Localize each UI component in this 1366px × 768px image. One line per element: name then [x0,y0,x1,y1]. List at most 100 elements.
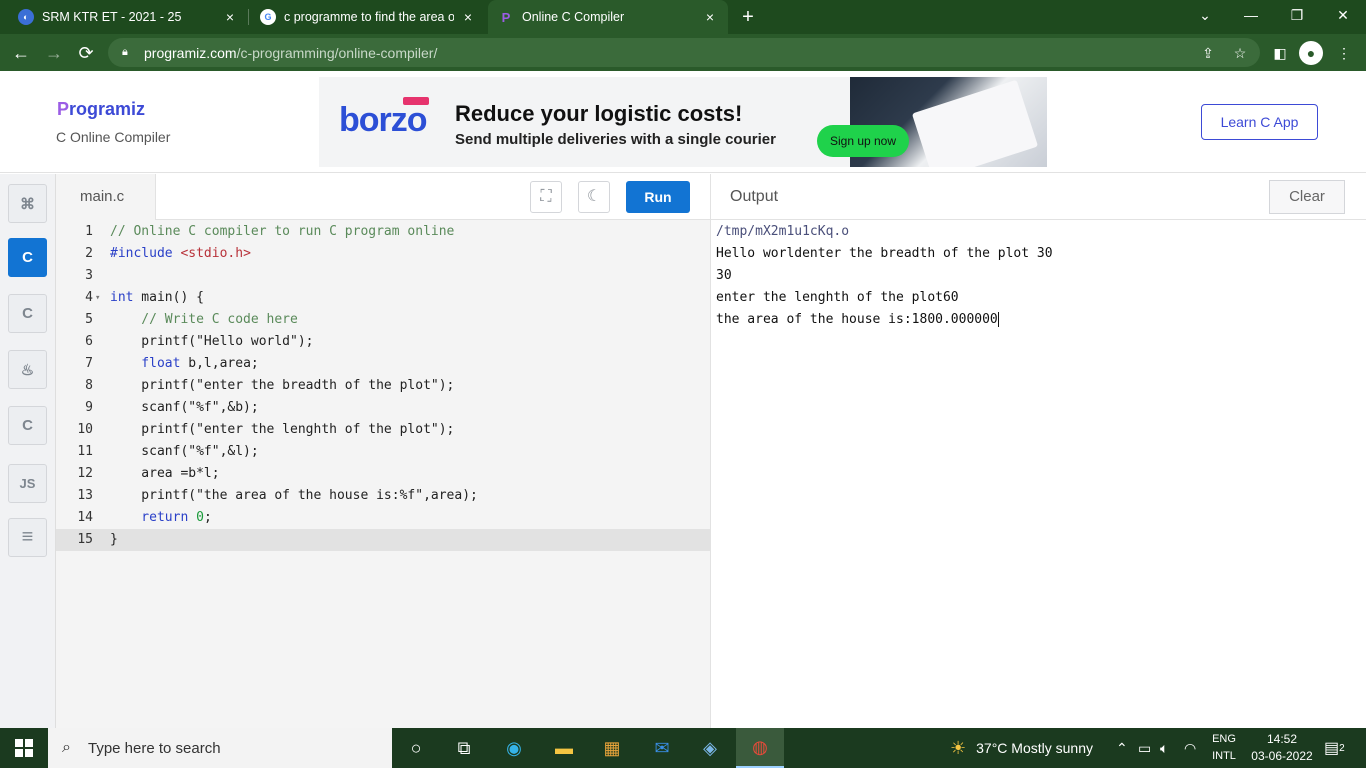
battery-icon[interactable]: ▭ [1138,728,1151,768]
microsoft-store-icon[interactable]: ▦ [588,728,636,768]
code-editor-panel: main.c ⛶ ☾ Run 1// Online C compiler to … [56,174,710,728]
windows-logo-icon [15,739,33,757]
c-icon[interactable]: C [8,238,47,277]
reload-button[interactable]: ⟳ [73,40,99,66]
ad-headline: Reduce your logistic costs! [455,101,743,126]
code-line[interactable]: 4 ▾ int main() { [56,287,710,309]
mail-icon[interactable]: ✉ [638,728,686,768]
java-icon[interactable]: ♨ [8,350,47,389]
url-path: /c-programming/online-compiler/ [236,44,438,61]
ad-brand-logo: borzo [339,97,429,140]
new-tab-button[interactable]: + [736,5,760,29]
code-line-current[interactable]: 15} [56,529,710,551]
learn-c-app-button[interactable]: Learn C App [1201,104,1318,140]
tab-search-dropdown-icon[interactable]: ⌄ [1182,0,1228,30]
close-tab-icon[interactable]: × [702,9,718,25]
lock-icon[interactable]: 🔒︎ [122,46,136,59]
code-line[interactable]: 5 // Write C code here [56,309,710,331]
address-bar[interactable]: 🔒︎ programiz.com/c-programming/online-co… [108,38,1260,67]
tab-srm[interactable]: ◐ SRM KTR ET - 2021 - 25 × [8,0,248,34]
app-icon[interactable]: ◈ [686,728,734,768]
input-language[interactable]: ENG INTL [1206,731,1242,765]
output-panel: Output Clear /tmp/mX2m1u1cKq.o Hello wor… [710,174,1366,728]
bookmark-star-icon[interactable]: ☆ [1228,41,1252,65]
csharp-icon[interactable]: C [8,406,47,445]
task-view-icon[interactable]: ⧉ [440,728,488,768]
code-line[interactable]: 14 return 0; [56,507,710,529]
code-line[interactable]: 7 float b,l,area; [56,353,710,375]
weather-text: 37°C Mostly sunny [976,740,1094,756]
browser-menu-icon[interactable]: ⋮ [1332,41,1356,65]
taskbar-search-box[interactable]: ⌕ Type here to search [48,728,392,768]
python-icon[interactable]: ⌘ [8,184,47,223]
code-line[interactable]: 8 printf("enter the breadth of the plot"… [56,375,710,397]
code-line[interactable]: 10 printf("enter the lenghth of the plot… [56,419,710,441]
editor-toolbar: main.c ⛶ ☾ Run [56,174,710,220]
fullscreen-icon[interactable]: ⛶ [530,181,562,213]
cortana-icon[interactable]: ○ [392,728,440,768]
srm-favicon-icon: ◐ [18,9,34,25]
file-explorer-icon[interactable]: ▬ [540,728,588,768]
close-tab-icon[interactable]: × [460,9,476,25]
search-placeholder: Type here to search [88,739,221,757]
output-toolbar: Output Clear [711,174,1366,220]
windows-taskbar: ⌕ Type here to search ○ ⧉ ◉ ▬ ▦ ✉ ◈ ◍ ☀ … [0,728,1366,768]
clear-button[interactable]: Clear [1269,180,1345,214]
code-line[interactable]: 2 #include <stdio.h> [56,243,710,265]
edge-icon[interactable]: ◉ [490,728,538,768]
code-line[interactable]: 6 printf("Hello world"); [56,331,710,353]
dark-mode-icon[interactable]: ☾ [578,181,610,213]
forward-button[interactable]: → [41,40,67,66]
output-title: Output [730,188,779,205]
windows-start-button[interactable] [0,728,48,768]
back-button[interactable]: ← [8,40,34,66]
page-subtitle: C Online Compiler [56,129,171,145]
fold-arrow-icon[interactable]: ▾ [95,287,100,309]
tab-title: Online C Compiler [522,10,625,24]
file-tab-main-c[interactable]: main.c [56,174,156,220]
advertisement-banner[interactable]: borzo Reduce your logistic costs! Send m… [319,77,1047,167]
system-clock[interactable]: 14:52 03-06-2022 [1246,731,1318,765]
programiz-logo[interactable]: Programiz [57,99,145,120]
code-line[interactable]: 9 scanf("%f",&b); [56,397,710,419]
ad-subline: Send multiple deliveries with a single c… [455,131,776,148]
tab-online-c-compiler[interactable]: P Online C Compiler × [488,0,728,34]
restore-button[interactable]: ❐ [1274,0,1320,30]
run-button[interactable]: Run [626,181,690,213]
close-window-button[interactable]: ✕ [1320,0,1366,30]
tab-separator [248,9,249,25]
text-cursor [997,312,999,327]
language-sidebar: ⌘ C C ♨ C JS ≡ [0,174,56,728]
javascript-icon[interactable]: JS [8,464,47,503]
site-header: Programiz C Online Compiler borzo Reduce… [0,71,1366,173]
output-line: Hello worldenter the breadth of the plot… [716,246,1053,261]
sun-icon: ☀ [950,737,967,758]
cpp-icon[interactable]: C [8,294,47,333]
side-panel-icon[interactable]: ◧ [1268,41,1292,65]
output-console[interactable]: /tmp/mX2m1u1cKq.o Hello worldenter the b… [716,221,1053,331]
code-line[interactable]: 11 scanf("%f",&l); [56,441,710,463]
show-hidden-icons[interactable]: ⌃ [1116,728,1128,768]
ad-signup-button[interactable]: Sign up now [817,125,909,157]
code-line[interactable]: 12 area =b*l; [56,463,710,485]
chrome-icon[interactable]: ◍ [736,728,784,768]
code-line[interactable]: 3 [56,265,710,287]
volume-icon[interactable]: 🔈︎ [1160,728,1168,768]
share-icon[interactable]: ⇪ [1196,41,1220,65]
url-host: programiz.com [144,44,237,61]
wifi-icon[interactable]: ◠ [1184,728,1196,768]
tab-google-search[interactable]: G c programme to find the area of × [250,0,486,34]
notification-center-icon[interactable]: ▤ 2 [1324,728,1345,768]
close-tab-icon[interactable]: × [222,9,238,25]
sql-icon[interactable]: ≡ [8,518,47,557]
code-line[interactable]: 1// Online C compiler to run C program o… [56,221,710,243]
profile-avatar-icon[interactable]: ● [1299,41,1323,65]
weather-widget[interactable]: ☀ 37°C Mostly sunny [950,728,1093,768]
code-area[interactable]: 1// Online C compiler to run C program o… [56,221,710,551]
search-icon: ⌕ [62,739,71,756]
output-line: /tmp/mX2m1u1cKq.o [716,224,850,239]
programiz-favicon-icon: P [501,9,511,25]
minimize-button[interactable]: — [1228,0,1274,30]
tab-title: c programme to find the area of [284,10,454,24]
code-line[interactable]: 13 printf("the area of the house is:%f",… [56,485,710,507]
